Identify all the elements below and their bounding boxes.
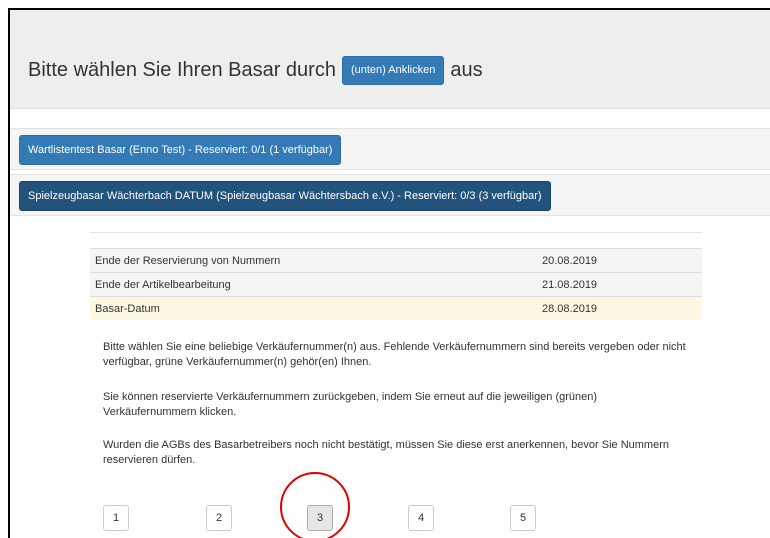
table-row: Ende der Artikelbearbeitung 21.08.2019 (90, 272, 702, 297)
row-date: 20.08.2019 (537, 248, 702, 273)
bazaar-row-2: Spielzeugbasar Wächterbach DATUM (Spielz… (10, 174, 770, 216)
terms-paragraph: Wurden die AGBs des Basarbetreibers noch… (103, 439, 669, 466)
bazaar-info-table: Ende der Reservierung von Nummern 20.08.… (90, 248, 702, 320)
bazaar-button-spielzeugbasar[interactable]: Spielzeugbasar Wächterbach DATUM (Spielz… (19, 181, 551, 211)
row-label: Ende der Artikelbearbeitung (90, 272, 537, 297)
title-prefix: Bitte wählen Sie Ihren Basar durch (28, 58, 336, 81)
row-date: 21.08.2019 (537, 272, 702, 297)
click-below-button[interactable]: (unten) Anklicken (341, 55, 445, 85)
table-row: Ende der Reservierung von Nummern 20.08.… (90, 248, 702, 273)
browser-viewport: Bitte wählen Sie Ihren Basar durch (unte… (8, 8, 770, 538)
bazaar-row-1: Wartlistentest Basar (Enno Test) - Reser… (10, 128, 770, 170)
table-row-bazaar-date: Basar-Datum 28.08.2019 (90, 296, 702, 320)
bazaar-button-wartlistentest[interactable]: Wartlistentest Basar (Enno Test) - Reser… (19, 135, 342, 165)
divider (90, 232, 702, 233)
seller-number-button[interactable]: 4 (408, 505, 434, 531)
title-suffix: aus (450, 58, 483, 81)
row-label: Ende der Reservierung von Nummern (90, 248, 537, 273)
return-numbers-paragraph: Sie können reservierte Verkäufernummern … (103, 391, 598, 418)
row-date: 28.08.2019 (537, 296, 702, 320)
instructions-paragraph: Bitte wählen Sie eine beliebige Verkäufe… (103, 341, 686, 368)
seller-number-button[interactable]: 2 (206, 505, 232, 531)
page-header: Bitte wählen Sie Ihren Basar durch (unte… (10, 10, 770, 109)
row-label: Basar-Datum (90, 296, 537, 320)
seller-number-button-selected[interactable]: 3 (307, 505, 333, 531)
seller-number-button[interactable]: 5 (510, 505, 536, 531)
seller-number-button[interactable]: 1 (103, 505, 129, 531)
page-title: Bitte wählen Sie Ihren Basar durch (unte… (28, 55, 483, 85)
